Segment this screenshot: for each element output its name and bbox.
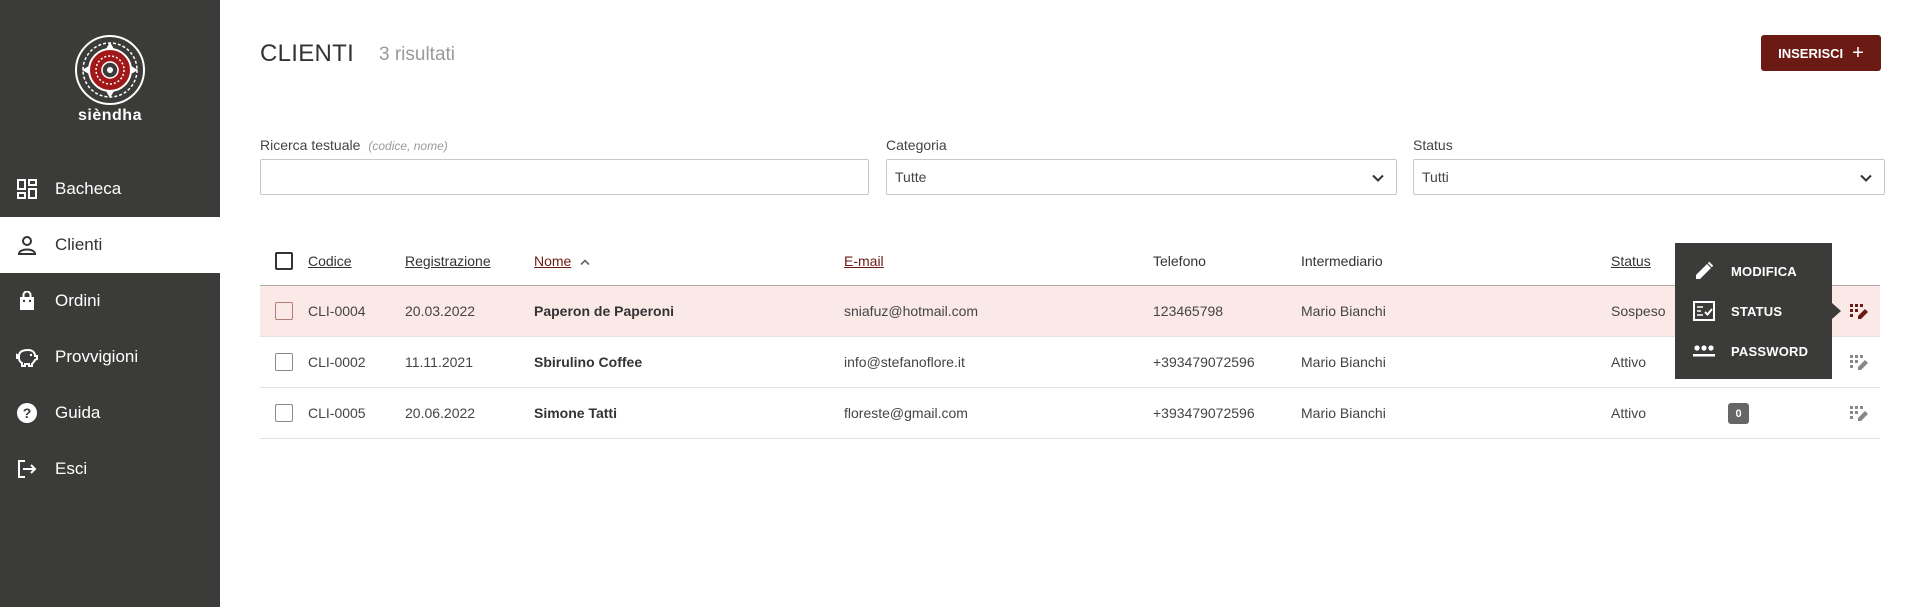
- row-actions-button[interactable]: [1848, 301, 1870, 323]
- cell-registration: 20.06.2022: [405, 405, 476, 421]
- row-checkbox[interactable]: [275, 302, 293, 320]
- status-value: Tutti: [1422, 169, 1449, 185]
- menu-item-status[interactable]: STATUS: [1675, 291, 1832, 331]
- chevron-down-icon: [1860, 174, 1872, 182]
- search-hint: (codice, nome): [368, 139, 448, 153]
- cell-name: Paperon de Paperoni: [534, 303, 675, 319]
- row-checkbox[interactable]: [275, 353, 293, 371]
- sidebar: sièndha Bacheca Clienti Ordini Provvigio…: [0, 0, 220, 607]
- cell-code: CLI-0004: [308, 303, 366, 319]
- row-checkbox[interactable]: [275, 404, 293, 422]
- help-icon: ?: [16, 402, 38, 424]
- menu-item-label: STATUS: [1731, 303, 1783, 319]
- row-actions-button[interactable]: [1848, 403, 1870, 425]
- table-row[interactable]: CLI-0002 11.11.2021 Sbirulino Coffee inf…: [260, 337, 1880, 388]
- sidebar-item-label: Esci: [55, 459, 88, 478]
- edit-list-icon: [1850, 406, 1868, 421]
- status-select[interactable]: Tutti: [1413, 159, 1885, 195]
- cell-code: CLI-0005: [308, 405, 366, 421]
- category-value: Tutte: [895, 169, 927, 185]
- sidebar-item-bacheca[interactable]: Bacheca: [0, 161, 220, 217]
- brand-name: sièndha: [78, 107, 142, 124]
- cell-registration: 20.03.2022: [405, 303, 476, 319]
- password-dots-icon: [1692, 339, 1716, 363]
- cell-name: Sbirulino Coffee: [534, 354, 643, 370]
- column-header-email[interactable]: E-mail: [844, 253, 884, 269]
- cell-phone: +393479072596: [1153, 354, 1255, 370]
- page-title: CLIENTI: [260, 40, 355, 67]
- cell-registration: 11.11.2021: [405, 354, 473, 370]
- cell-email: info@stefanoflore.it: [844, 354, 965, 370]
- sidebar-item-provvigioni[interactable]: Provvigioni: [0, 329, 220, 385]
- sidebar-nav: Bacheca Clienti Ordini Provvigioni ? Gui…: [0, 161, 220, 497]
- edit-list-icon: [1850, 304, 1868, 319]
- category-label: Categoria: [886, 137, 947, 153]
- cell-code: CLI-0002: [308, 354, 366, 370]
- cell-status: Sospeso: [1611, 303, 1666, 319]
- cell-intermediary: Mario Bianchi: [1301, 303, 1386, 319]
- clients-table: Codice Registrazione Nome E-mail Telefon…: [260, 240, 1880, 439]
- chevron-down-icon: [1372, 174, 1384, 182]
- sort-ascending-icon: [580, 259, 590, 266]
- brand-logo[interactable]: sièndha: [72, 34, 148, 125]
- row-actions-button[interactable]: [1848, 352, 1870, 374]
- cell-email: floreste@gmail.com: [844, 405, 968, 421]
- person-icon: [16, 234, 38, 256]
- select-all-checkbox[interactable]: [275, 252, 293, 270]
- sidebar-item-label: Clienti: [55, 235, 103, 254]
- insert-button-label: INSERISCI: [1778, 45, 1844, 61]
- column-header-intermediario: Intermediario: [1301, 253, 1383, 269]
- status-check-icon: [1692, 299, 1716, 323]
- column-header-status[interactable]: Status: [1611, 253, 1651, 269]
- sidebar-item-label: Bacheca: [55, 179, 122, 198]
- plus-icon: +: [1852, 42, 1864, 64]
- dashboard-icon: [16, 178, 38, 200]
- edit-list-icon: [1850, 355, 1868, 370]
- main-content: CLIENTI 3 risultati INSERISCI + Ricerca …: [260, 0, 1885, 607]
- table-row[interactable]: CLI-0004 20.03.2022 Paperon de Paperoni …: [260, 286, 1880, 337]
- logout-icon: [16, 458, 38, 480]
- menu-item-modifica[interactable]: MODIFICA: [1675, 251, 1832, 291]
- cell-intermediary: Mario Bianchi: [1301, 354, 1386, 370]
- svg-text:?: ?: [23, 405, 32, 421]
- status-label: Status: [1413, 137, 1453, 153]
- logo-emblem-icon: [75, 35, 145, 105]
- shopping-bag-icon: [16, 290, 38, 312]
- cell-phone: 123465798: [1153, 303, 1224, 319]
- popup-pointer: [1832, 303, 1841, 319]
- result-count: 3 risultati: [379, 44, 456, 65]
- pencil-icon: [1692, 259, 1716, 283]
- table-header: Codice Registrazione Nome E-mail Telefon…: [260, 240, 1880, 286]
- column-header-registrazione[interactable]: Registrazione: [405, 253, 491, 269]
- table-row[interactable]: CLI-0005 20.06.2022 Simone Tatti florest…: [260, 388, 1880, 439]
- category-select[interactable]: Tutte: [886, 159, 1397, 195]
- cell-email: sniafuz@hotmail.com: [844, 303, 979, 319]
- sidebar-item-guida[interactable]: ? Guida: [0, 385, 220, 441]
- column-header-nome-label: Nome: [534, 253, 572, 269]
- insert-button[interactable]: INSERISCI +: [1761, 35, 1881, 71]
- column-header-codice[interactable]: Codice: [308, 253, 352, 269]
- sidebar-item-clienti[interactable]: Clienti: [0, 217, 220, 273]
- count-badge: 0: [1728, 403, 1749, 424]
- piggy-bank-icon: [16, 346, 38, 368]
- column-header-telefono: Telefono: [1153, 253, 1206, 269]
- sidebar-item-label: Guida: [55, 403, 101, 422]
- search-input[interactable]: [260, 159, 869, 195]
- row-actions-menu: MODIFICA STATUS PASSWORD: [1675, 243, 1841, 379]
- sidebar-item-label: Provvigioni: [55, 347, 139, 366]
- cell-phone: +393479072596: [1153, 405, 1255, 421]
- search-label-text: Ricerca testuale: [260, 137, 361, 153]
- sidebar-item-ordini[interactable]: Ordini: [0, 273, 220, 329]
- sidebar-item-label: Ordini: [55, 291, 101, 310]
- column-header-nome[interactable]: Nome: [534, 253, 591, 269]
- menu-item-label: MODIFICA: [1731, 263, 1797, 279]
- menu-item-password[interactable]: PASSWORD: [1675, 331, 1832, 371]
- sidebar-item-esci[interactable]: Esci: [0, 441, 220, 497]
- cell-status: Attivo: [1611, 354, 1647, 370]
- cell-name: Simone Tatti: [534, 405, 617, 421]
- cell-status: Attivo: [1611, 405, 1647, 421]
- cell-intermediary: Mario Bianchi: [1301, 405, 1386, 421]
- menu-item-label: PASSWORD: [1731, 343, 1809, 359]
- search-label: Ricerca testuale (codice, nome): [260, 137, 448, 153]
